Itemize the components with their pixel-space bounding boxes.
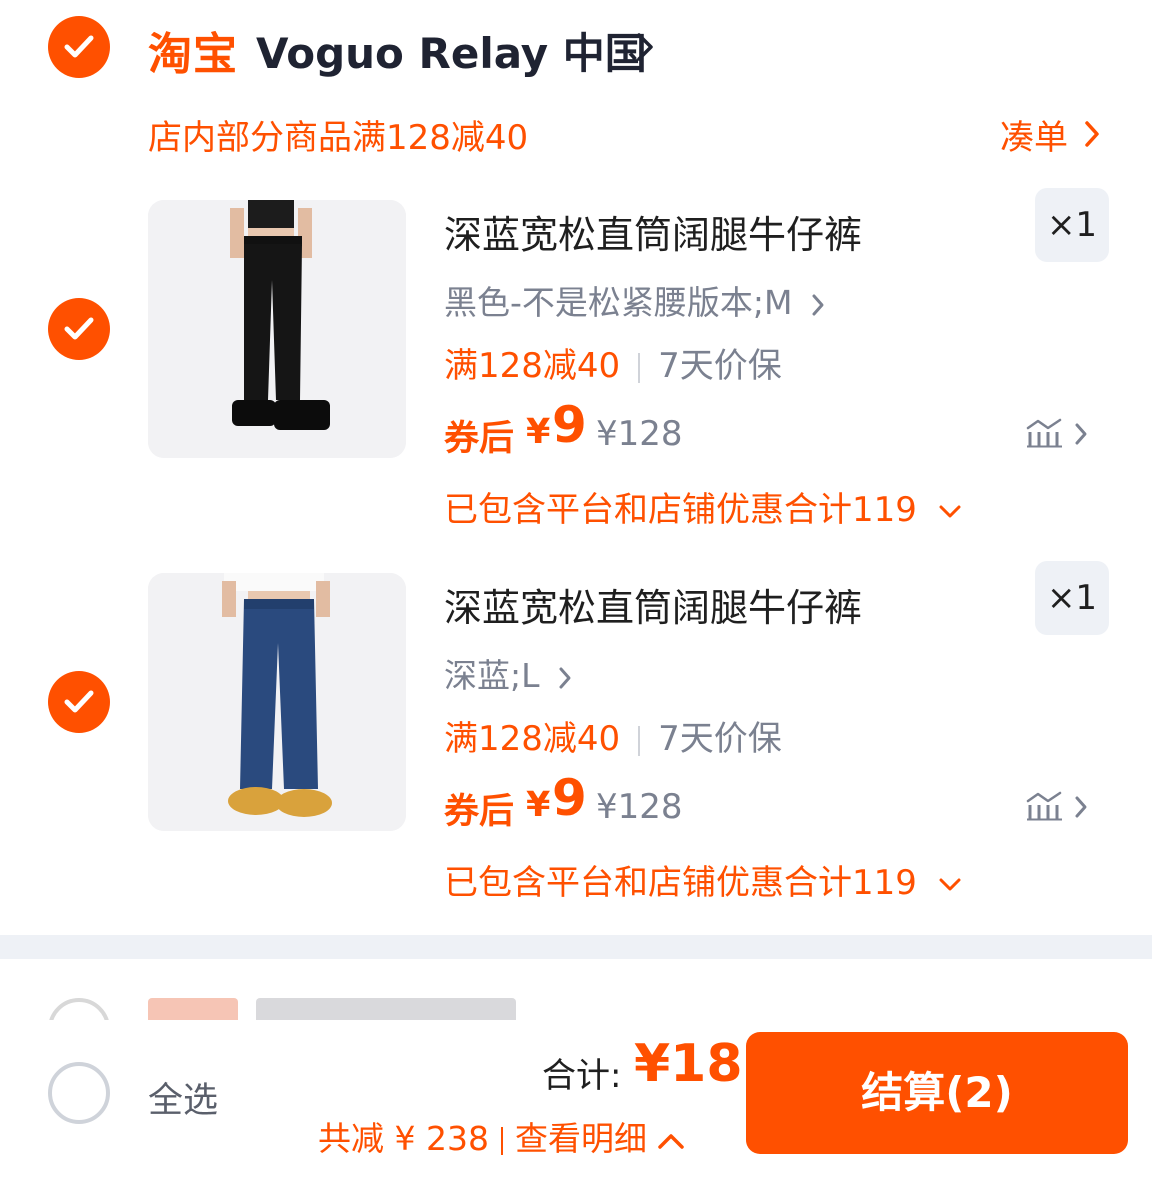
product-image[interactable] <box>148 200 406 458</box>
price-guarantee-tag: 7天价保 <box>658 346 782 386</box>
black-jeans-image <box>148 200 406 458</box>
check-icon <box>64 690 94 713</box>
price-guarantee-tag: 7天价保 <box>658 719 782 759</box>
original-price: ¥128 <box>596 787 683 827</box>
product-title[interactable]: 深蓝宽松直筒阔腿牛仔裤 <box>444 577 862 632</box>
total-label: 合计: <box>542 1056 622 1096</box>
checkout-button[interactable]: 结算(2) <box>746 1032 1128 1154</box>
discount-tag: 满128减40 <box>444 346 621 386</box>
chevron-right-icon[interactable] <box>636 32 654 62</box>
quantity-stepper[interactable]: ×1 <box>1035 561 1109 635</box>
blue-jeans-image <box>148 573 406 831</box>
coupon-price: 9 <box>552 769 587 827</box>
item-select-checkbox[interactable] <box>48 671 110 733</box>
shop-select-checkbox[interactable] <box>48 16 110 78</box>
chevron-right-icon[interactable] <box>1084 120 1100 148</box>
after-coupon-label: 券后 <box>444 419 515 459</box>
product-title[interactable]: 深蓝宽松直筒阔腿牛仔裤 <box>444 204 862 259</box>
check-icon <box>64 317 94 340</box>
currency-symbol: ¥ <box>526 412 551 452</box>
chevron-right-icon <box>812 294 824 315</box>
divider <box>500 1126 503 1155</box>
chevron-right-icon[interactable] <box>1074 795 1088 819</box>
divider <box>638 352 641 383</box>
next-shop-logo <box>148 998 238 1020</box>
included-discount-toggle[interactable]: 已包含平台和店铺优惠合计119 <box>444 855 962 904</box>
cart-item: 深蓝宽松直筒阔腿牛仔裤 ×1 深蓝;L 满128减40 7天价保 券后 ¥ 9 ¥… <box>0 561 1152 943</box>
price-trend-icon[interactable] <box>1026 418 1064 448</box>
variant-selector[interactable]: 黑色-不是松紧腰版本;M <box>444 276 825 324</box>
coupon-price: 9 <box>552 396 587 454</box>
savings-row: 共减 ¥ 238 查看明细 <box>318 1112 685 1160</box>
checkout-bar: 全选 合计: ¥18 共减 ¥ 238 查看明细 结算(2) <box>0 1020 1152 1182</box>
variant-text: 黑色-不是松紧腰版本;M <box>444 283 793 322</box>
total-value: ¥18 <box>634 1034 743 1094</box>
cart-item: 深蓝宽松直筒阔腿牛仔裤 ×1 黑色-不是松紧腰版本;M 满128减40 7天价保 … <box>0 188 1152 570</box>
chevron-right-icon <box>559 667 571 688</box>
section-divider <box>0 935 1152 959</box>
select-all-label[interactable]: 全选 <box>148 1072 218 1123</box>
variant-text: 深蓝;L <box>444 656 540 695</box>
included-discount-toggle[interactable]: 已包含平台和店铺优惠合计119 <box>444 482 962 531</box>
next-shop-name <box>256 998 516 1020</box>
discount-tag: 满128减40 <box>444 719 621 759</box>
promo-row: 满128减40 7天价保 <box>444 711 782 760</box>
check-icon <box>64 35 94 58</box>
next-shop-header-partial <box>0 960 1152 1020</box>
chevron-right-icon[interactable] <box>1074 422 1088 446</box>
after-coupon-label: 券后 <box>444 792 515 832</box>
chevron-up-icon <box>658 1133 684 1149</box>
item-select-checkbox[interactable] <box>48 298 110 360</box>
divider <box>638 725 641 756</box>
add-on-link[interactable]: 凑单 <box>1000 110 1068 159</box>
chevron-down-icon <box>939 505 961 517</box>
product-image[interactable] <box>148 573 406 831</box>
included-discount-text: 已包含平台和店铺优惠合计119 <box>444 490 917 530</box>
chevron-down-icon <box>939 878 961 890</box>
currency-symbol: ¥ <box>526 785 551 825</box>
shop-promo-text: 店内部分商品满128减40 <box>148 118 529 158</box>
included-discount-text: 已包含平台和店铺优惠合计119 <box>444 863 917 903</box>
price-trend-icon[interactable] <box>1026 791 1064 821</box>
shop-header: 淘宝 Voguo Relay 中国 店内部分商品满128减40 凑单 <box>0 0 1152 190</box>
original-price: ¥128 <box>596 414 683 454</box>
variant-selector[interactable]: 深蓝;L <box>444 649 572 697</box>
taobao-logo: 淘宝 <box>148 29 238 80</box>
savings-text: 共减 ¥ 238 <box>318 1119 489 1158</box>
quantity-stepper[interactable]: ×1 <box>1035 188 1109 262</box>
view-details-link[interactable]: 查看明细 <box>515 1119 685 1158</box>
view-details-label: 查看明细 <box>514 1119 647 1158</box>
next-shop-checkbox[interactable] <box>48 998 110 1020</box>
shop-name-link[interactable]: Voguo Relay 中国 <box>256 20 647 81</box>
promo-row: 满128减40 7天价保 <box>444 338 782 387</box>
select-all-checkbox[interactable] <box>48 1062 110 1124</box>
